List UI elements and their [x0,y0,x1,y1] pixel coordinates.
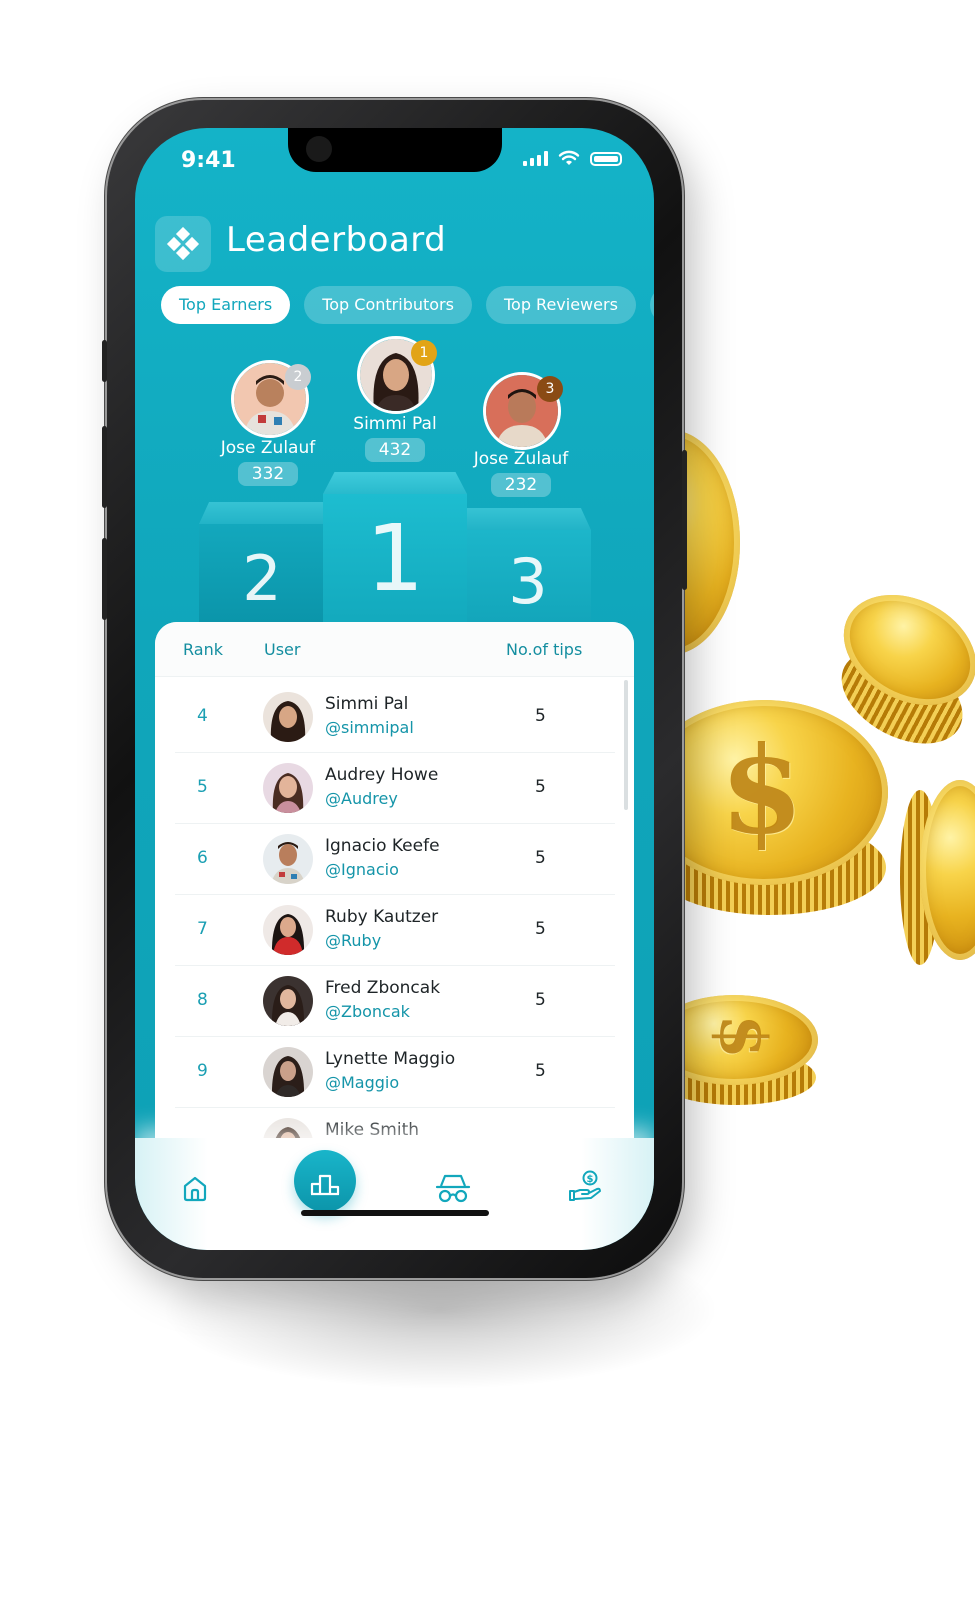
row-rank: 9 [197,1061,208,1081]
table-header: Rank User No.of tips [155,622,634,677]
row-rank: 5 [197,777,208,797]
avatar [263,834,313,884]
front-camera [306,136,332,162]
row-tips: 5 [535,848,546,868]
phone-frame: 9:41 Leaderboard Top Earners Top Contrib… [102,100,687,1278]
podium-second: Jose Zulauf 332 [198,438,338,486]
app-screen: 9:41 Leaderboard Top Earners Top Contrib… [135,128,654,1250]
battery-icon [590,152,622,166]
row-tips: 5 [535,777,546,797]
tab-top-reviewers[interactable]: Top Reviewers [485,286,636,324]
row-handle[interactable]: @Ruby [325,931,381,950]
podium-icon [310,1174,340,1196]
header-user: User [264,640,301,659]
podium-block-first: 1 [323,472,467,632]
silent-switch [102,340,107,382]
svg-text:$: $ [587,1174,594,1185]
nav-tips[interactable]: $ [563,1164,607,1208]
row-tips: 5 [535,919,546,939]
table-row[interactable]: 6 Ignacio Keefe @Ignacio 5 [175,824,615,895]
incognito-icon [435,1174,471,1203]
header-tips: No.of tips [506,640,583,659]
avatar [263,763,313,813]
avatar [263,692,313,742]
podium-second-score: 332 [237,462,299,486]
row-name: Ignacio Keefe [325,836,440,856]
row-rank: 6 [197,848,208,868]
table-row[interactable]: 8 Fred Zboncak @Zboncak 5 [175,966,615,1037]
notch [288,128,502,172]
tab-top-earners[interactable]: Top Earners [161,286,291,324]
row-name: Fred Zboncak [325,978,441,998]
podium-third-score: 232 [490,473,552,497]
podium-third-name: Jose Zulauf [473,449,569,469]
table-row[interactable]: 7 Ruby Kautzer @Ruby 5 [175,895,615,966]
row-tips: 5 [535,990,546,1010]
promo-scene: $ $ 9:41 Leaderboard Top Earners Top Con… [0,0,975,1615]
leaderboard-table: Rank User No.of tips 4 Simmi Pal @simmip… [155,622,634,1182]
header-rank: Rank [183,640,223,659]
nav-home[interactable] [173,1166,217,1210]
row-handle[interactable]: @Ignacio [325,860,399,879]
tab-top-contributors[interactable]: Top Contributors [304,286,472,324]
row-handle[interactable]: @Audrey [325,789,398,808]
tab-more[interactable]: T [649,286,654,324]
wifi-icon [558,150,580,165]
podium-first-name: Simmi Pal [353,414,437,434]
volume-down-button [102,538,107,620]
podium-second-name: Jose Zulauf [220,438,316,458]
coin-far-right-bottom [900,780,975,970]
row-name: Audrey Howe [325,765,439,785]
row-rank: 4 [197,706,208,726]
rank-badge-second: 2 [285,364,311,390]
row-handle[interactable]: @Maggio [325,1073,399,1092]
diamond-grid-icon [166,227,200,261]
podium-first-score: 432 [364,438,426,462]
row-handle[interactable]: @Zboncak [325,1002,410,1021]
app-logo [155,216,211,272]
row-rank: 7 [197,919,208,939]
rank-badge-first: 1 [411,340,437,366]
row-name: Mike Smith [325,1120,420,1140]
hand-coin-icon: $ [569,1170,601,1201]
status-time: 9:41 [181,148,236,173]
podium-block-second: 2 [199,502,325,632]
row-handle[interactable]: @simmipal [325,718,414,737]
signal-icon [523,150,548,166]
volume-up-button [102,426,107,508]
status-icons [523,150,622,166]
table-row[interactable]: 5 Audrey Howe @Audrey 5 [175,753,615,824]
row-rank: 8 [197,990,208,1010]
row-name: Lynette Maggio [325,1049,456,1069]
home-indicator[interactable] [301,1210,489,1216]
podium-first: Simmi Pal 432 [325,414,465,462]
power-button [682,450,687,590]
avatar [263,1047,313,1097]
avatar [263,905,313,955]
row-tips: 5 [535,706,546,726]
row-name: Simmi Pal [325,694,409,714]
table-row[interactable]: 4 Simmi Pal @simmipal 5 [175,682,615,753]
page-title: Leaderboard [226,220,447,260]
table-scrollbar[interactable] [624,680,628,810]
row-tips: 5 [535,1061,546,1081]
category-tabs: Top Earners Top Contributors Top Reviewe… [161,286,654,324]
avatar [263,976,313,1026]
home-icon [183,1176,207,1202]
nav-leaderboard[interactable] [294,1150,356,1212]
podium-third: Jose Zulauf 232 [451,449,591,497]
row-name: Ruby Kautzer [325,907,439,927]
table-row[interactable]: 9 Lynette Maggio @Maggio 5 [175,1037,615,1108]
nav-incognito[interactable] [431,1166,475,1210]
bottom-navigation: $ [135,1138,654,1250]
rank-badge-third: 3 [537,376,563,402]
podium-block-third: 3 [465,508,591,632]
